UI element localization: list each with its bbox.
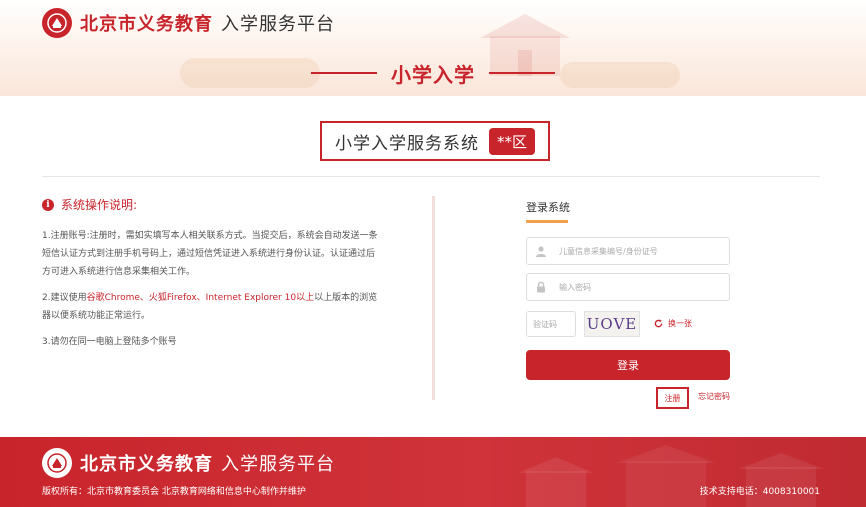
instruction-item: 2.建议使用谷歌Chrome、火狐Firefox、Internet Explor… [42, 289, 382, 325]
brand-name: 北京市义务教育 [80, 14, 213, 35]
brand-logo[interactable]: 北京市义务教育 入学服务平台 [42, 8, 335, 38]
copyright-text: 版权所有：北京市教育委员会 北京教育网络和信息中心制作并维护 [42, 487, 306, 497]
instruction-item: 3.请勿在同一电脑上登陆多个账号 [42, 337, 177, 347]
refresh-icon [654, 319, 663, 328]
title-line-left [311, 72, 377, 74]
brand-subtitle: 入学服务平台 [221, 14, 335, 35]
captcha-input[interactable] [527, 312, 573, 337]
system-name: 小学入学服务系统 [334, 133, 479, 154]
title-line-right [489, 72, 555, 74]
beijing-edu-emblem-icon [42, 8, 72, 38]
header: 北京市义务教育 入学服务平台 小学入学 [0, 0, 866, 96]
district-badge: **区 [488, 127, 535, 155]
beijing-edu-emblem-icon [42, 448, 72, 478]
password-input[interactable] [555, 275, 729, 299]
captcha-field[interactable] [526, 311, 576, 337]
password-field[interactable] [526, 273, 730, 301]
id-number-field[interactable] [526, 237, 730, 265]
instructions-panel: i 系统操作说明: 1.注册账号:注册时，需如实填写本人相关联系方式。当提交后，… [42, 196, 382, 359]
info-icon: i [42, 198, 54, 211]
instruction-item: 1.注册账号:注册时，需如实填写本人相关联系方式。当提交后，系统会自动发送一条短… [42, 231, 378, 277]
system-title-box: 小学入学服务系统 **区 [320, 121, 550, 161]
login-button[interactable]: 登录 [526, 350, 730, 380]
register-link[interactable]: 注册 [656, 387, 689, 409]
footer-brand-subtitle: 入学服务平台 [221, 454, 335, 475]
forgot-password-link[interactable]: 忘记密码 [698, 391, 730, 402]
support-phone: 技术支持电话：4008310001 [699, 487, 820, 497]
tab-login-label: 登录系统 [526, 201, 570, 214]
footer: 北京市义务教育 入学服务平台 版权所有：北京市教育委员会 北京教育网络和信息中心… [0, 437, 866, 507]
login-panel: 登录系统 [526, 196, 730, 223]
user-icon [527, 238, 555, 264]
id-number-input[interactable] [555, 239, 729, 263]
tab-active-underline [526, 220, 568, 223]
horizontal-divider [42, 176, 820, 177]
refresh-captcha-button[interactable]: 换一张 [654, 318, 692, 329]
footer-brand-logo: 北京市义务教育 入学服务平台 [42, 448, 335, 478]
vertical-divider [432, 196, 435, 400]
instructions-title: 系统操作说明: [61, 198, 138, 212]
instructions-header: i 系统操作说明: [42, 196, 382, 213]
tab-login[interactable]: 登录系统 [526, 199, 570, 223]
captcha-image[interactable]: UOVE [584, 311, 640, 337]
lock-icon [527, 274, 555, 300]
browser-recommendation: 谷歌Chrome、火狐Firefox、Internet Explorer 10以… [86, 293, 315, 303]
page-title-row: 小学入学 [0, 58, 866, 88]
instruction-text: 2.建议使用 [42, 293, 87, 303]
footer-brand-name: 北京市义务教育 [80, 454, 213, 475]
page-title: 小学入学 [391, 62, 475, 87]
refresh-label: 换一张 [668, 319, 692, 328]
captcha-text: UOVE [586, 315, 638, 333]
